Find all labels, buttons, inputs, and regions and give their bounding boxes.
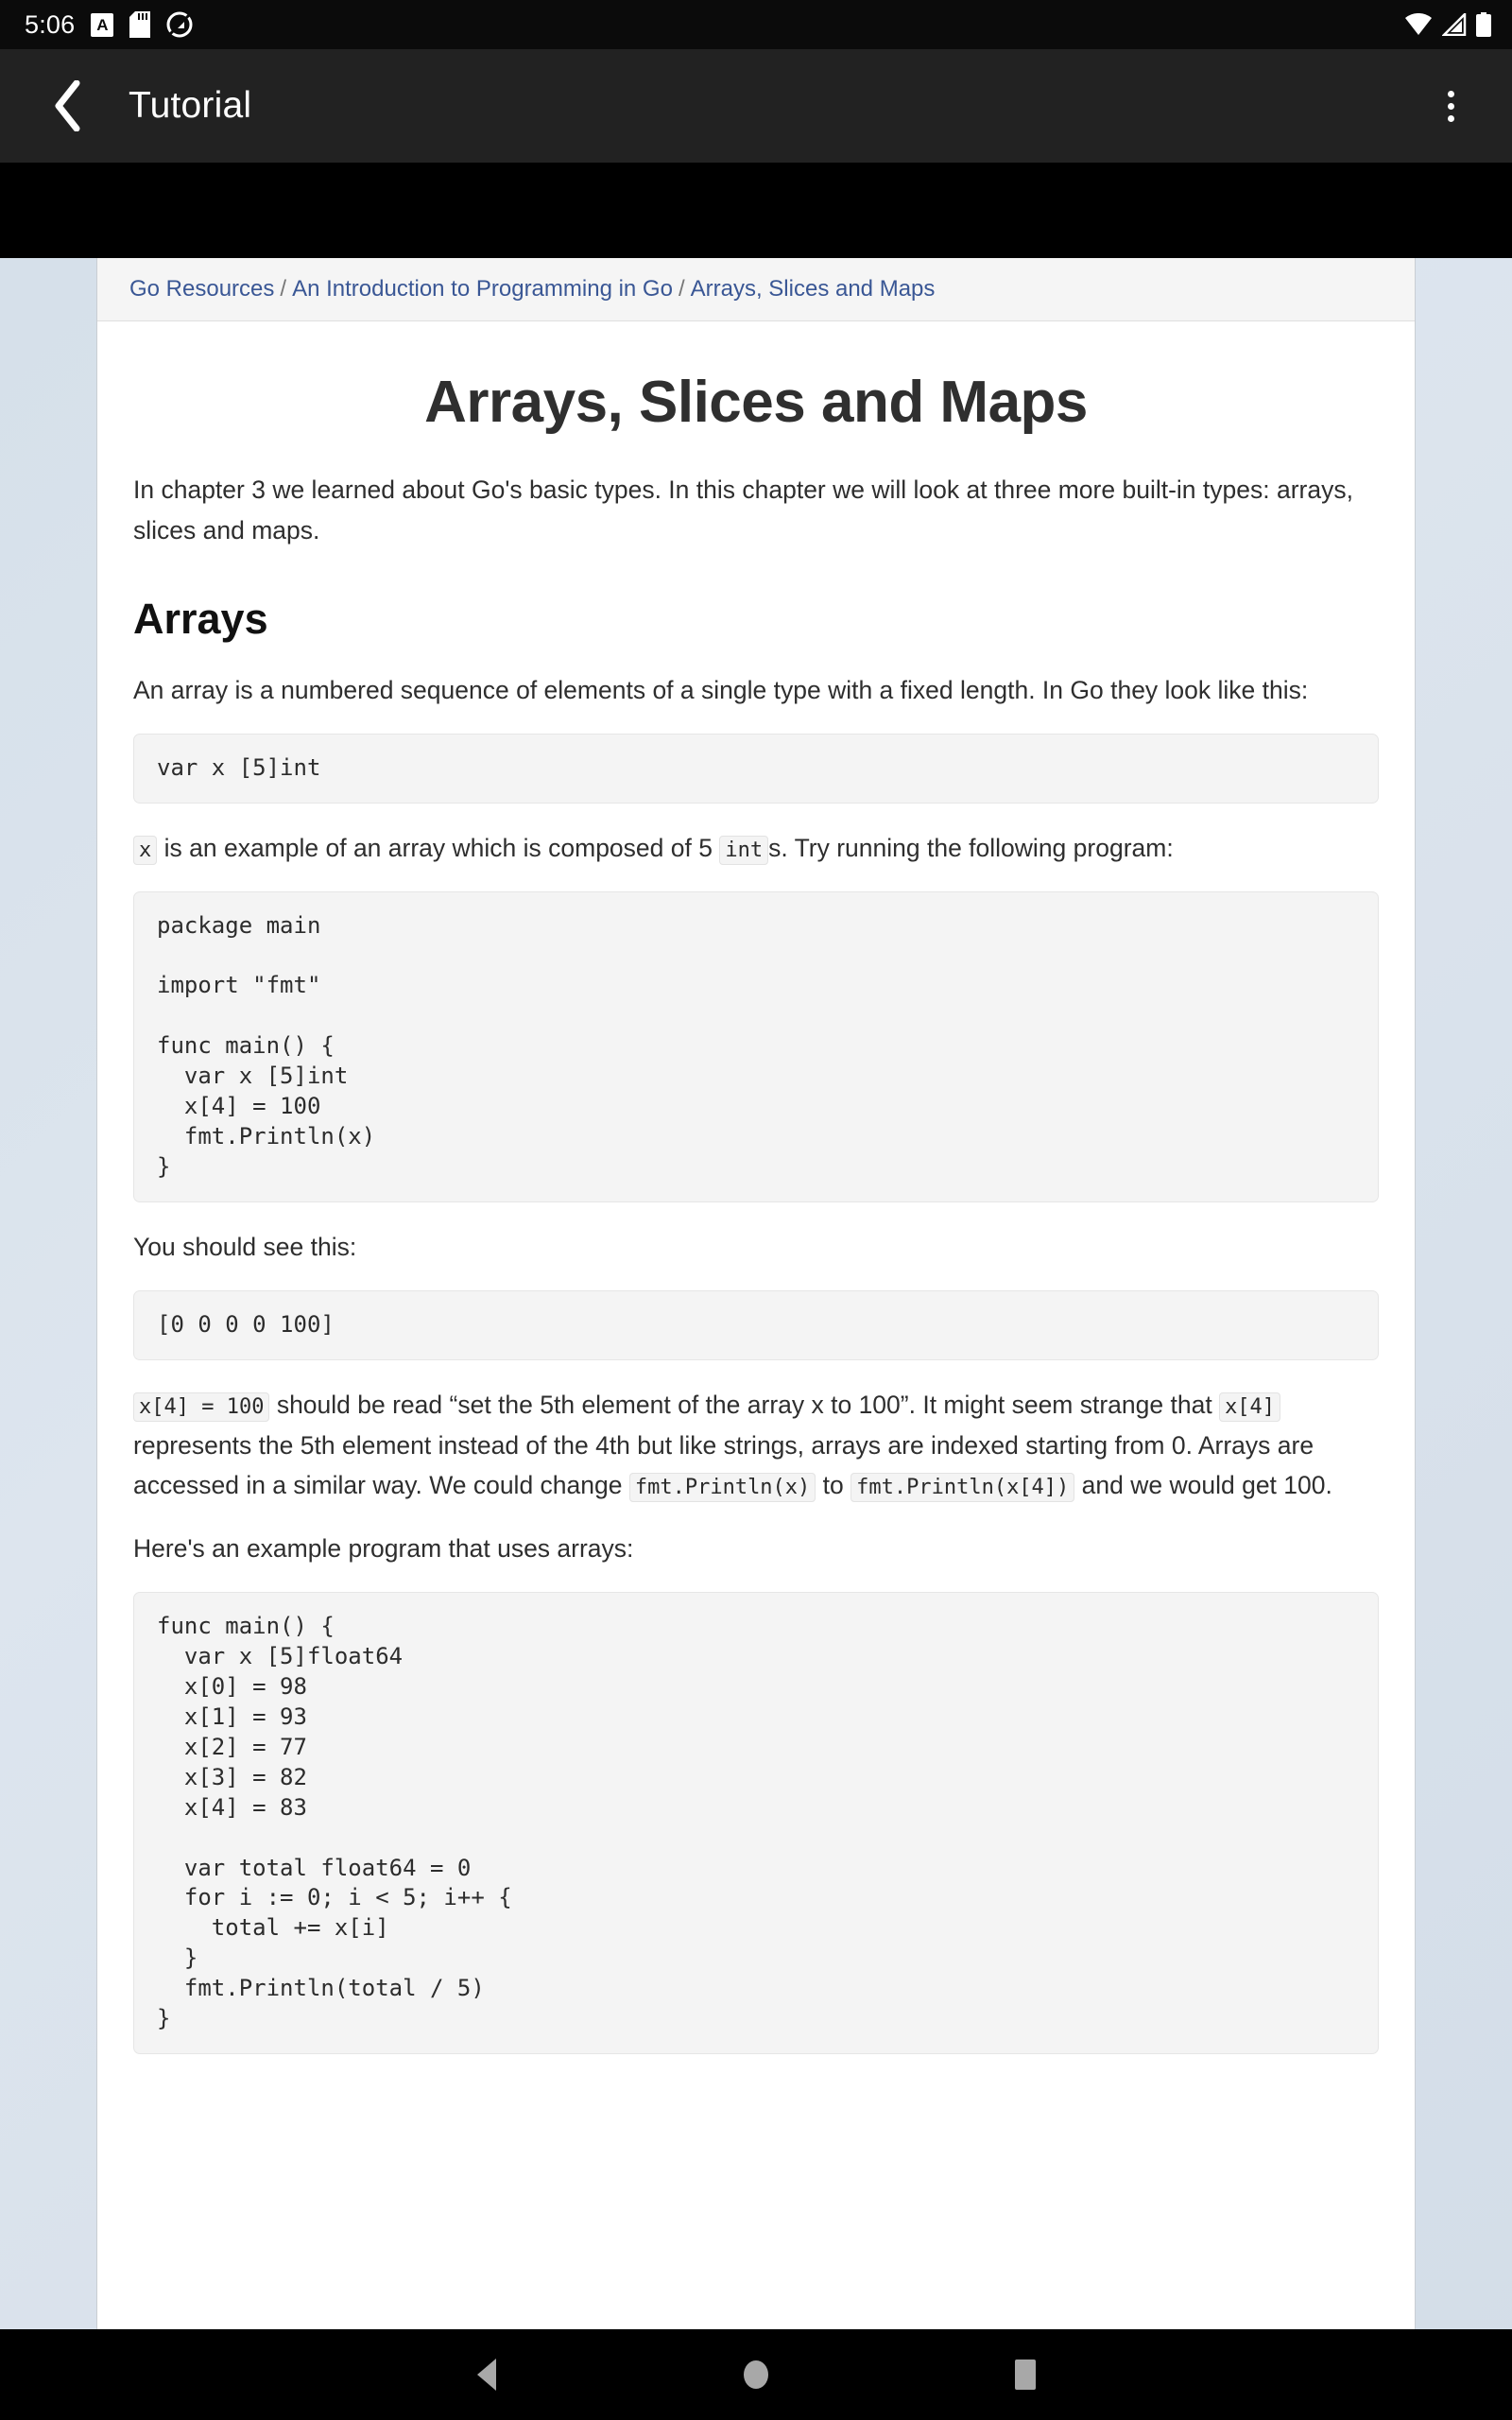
home-circle-icon bbox=[744, 2360, 768, 2389]
nav-home-button[interactable] bbox=[723, 2342, 789, 2408]
x-example-paragraph: x is an example of an array which is com… bbox=[133, 828, 1379, 869]
recents-square-icon bbox=[1015, 2360, 1036, 2390]
letter-a-badge-icon: A bbox=[91, 12, 114, 37]
back-button[interactable] bbox=[38, 77, 96, 135]
breadcrumb-item-current[interactable]: Arrays, Slices and Maps bbox=[691, 276, 936, 302]
inline-code-x: x bbox=[133, 835, 158, 865]
inline-code-println-x: fmt.Println(x) bbox=[628, 1473, 816, 1503]
example-intro-paragraph: Here's an example program that uses arra… bbox=[133, 1534, 634, 1564]
nav-back-button[interactable] bbox=[454, 2342, 520, 2408]
breadcrumb-separator: / bbox=[280, 276, 287, 302]
chevron-left-icon bbox=[55, 80, 80, 131]
should-see-paragraph: You should see this: bbox=[133, 1232, 357, 1261]
webview-top-strip bbox=[0, 163, 1512, 258]
back-triangle-icon bbox=[477, 2359, 496, 2391]
code-block-program-2: func main() { var x [5]float64 x[0] = 98… bbox=[133, 1592, 1379, 2054]
overflow-dot-icon bbox=[1447, 102, 1454, 110]
overflow-dot-icon bbox=[1447, 90, 1454, 97]
x-example-text-1: is an example of an array which is compo… bbox=[157, 833, 720, 862]
breadcrumb-item-intro-programming-go[interactable]: An Introduction to Programming in Go bbox=[292, 276, 673, 302]
quest-circle-icon bbox=[166, 11, 193, 38]
app-bar-title: Tutorial bbox=[129, 85, 252, 126]
status-clock: 5:06 bbox=[25, 9, 76, 39]
page-title: Arrays, Slices and Maps bbox=[424, 370, 1088, 435]
section-heading-arrays: Arrays bbox=[133, 594, 268, 643]
inline-code-x4-100: x[4] = 100 bbox=[133, 1392, 270, 1422]
inline-code-x4: x[4] bbox=[1219, 1392, 1281, 1422]
inline-code-int: int bbox=[719, 835, 769, 865]
explanation-text-1: should be read “set the 5th element of t… bbox=[269, 1390, 1220, 1419]
system-navigation-bar bbox=[0, 2329, 1512, 2420]
status-bar-right bbox=[1404, 12, 1491, 37]
breadcrumb-item-go-resources[interactable]: Go Resources bbox=[129, 276, 274, 302]
nav-recents-button[interactable] bbox=[992, 2342, 1058, 2408]
webview-content: Go Resources / An Introduction to Programm… bbox=[0, 258, 1512, 2329]
code-block-program-1: package main import "fmt" func main() { … bbox=[133, 890, 1379, 1202]
breadcrumb-separator: / bbox=[678, 276, 685, 302]
battery-icon bbox=[1476, 12, 1491, 37]
arrays-intro-paragraph: An array is a numbered sequence of eleme… bbox=[133, 675, 1309, 704]
explanation-paragraph: x[4] = 100 should be read “set the 5th e… bbox=[133, 1385, 1379, 1507]
code-block-var-decl: var x [5]int bbox=[133, 733, 1379, 804]
explanation-text-3: to bbox=[816, 1471, 851, 1500]
status-bar-left: 5:06 A bbox=[25, 10, 193, 40]
article-card: Go Resources / An Introduction to Programm… bbox=[96, 258, 1416, 2329]
code-block-output-1: [0 0 0 0 100] bbox=[133, 1289, 1379, 1360]
app-bar: Tutorial bbox=[0, 49, 1512, 163]
overflow-menu-button[interactable] bbox=[1421, 77, 1480, 135]
intro-paragraph: In chapter 3 we learned about Go's basic… bbox=[133, 475, 1353, 544]
sd-card-icon bbox=[129, 11, 151, 38]
overflow-dot-icon bbox=[1447, 114, 1454, 122]
breadcrumb: Go Resources / An Introduction to Programm… bbox=[97, 258, 1415, 321]
wifi-icon bbox=[1404, 13, 1433, 36]
inline-code-println-x4: fmt.Println(x[4]) bbox=[850, 1473, 1075, 1503]
cellular-signal-icon bbox=[1442, 13, 1467, 36]
explanation-text-4: and we would get 100. bbox=[1074, 1471, 1332, 1500]
status-bar: 5:06 A bbox=[0, 0, 1512, 49]
article-body: Arrays, Slices and Maps In chapter 3 we … bbox=[97, 369, 1415, 2054]
x-example-text-2: s. Try running the following program: bbox=[768, 833, 1174, 862]
